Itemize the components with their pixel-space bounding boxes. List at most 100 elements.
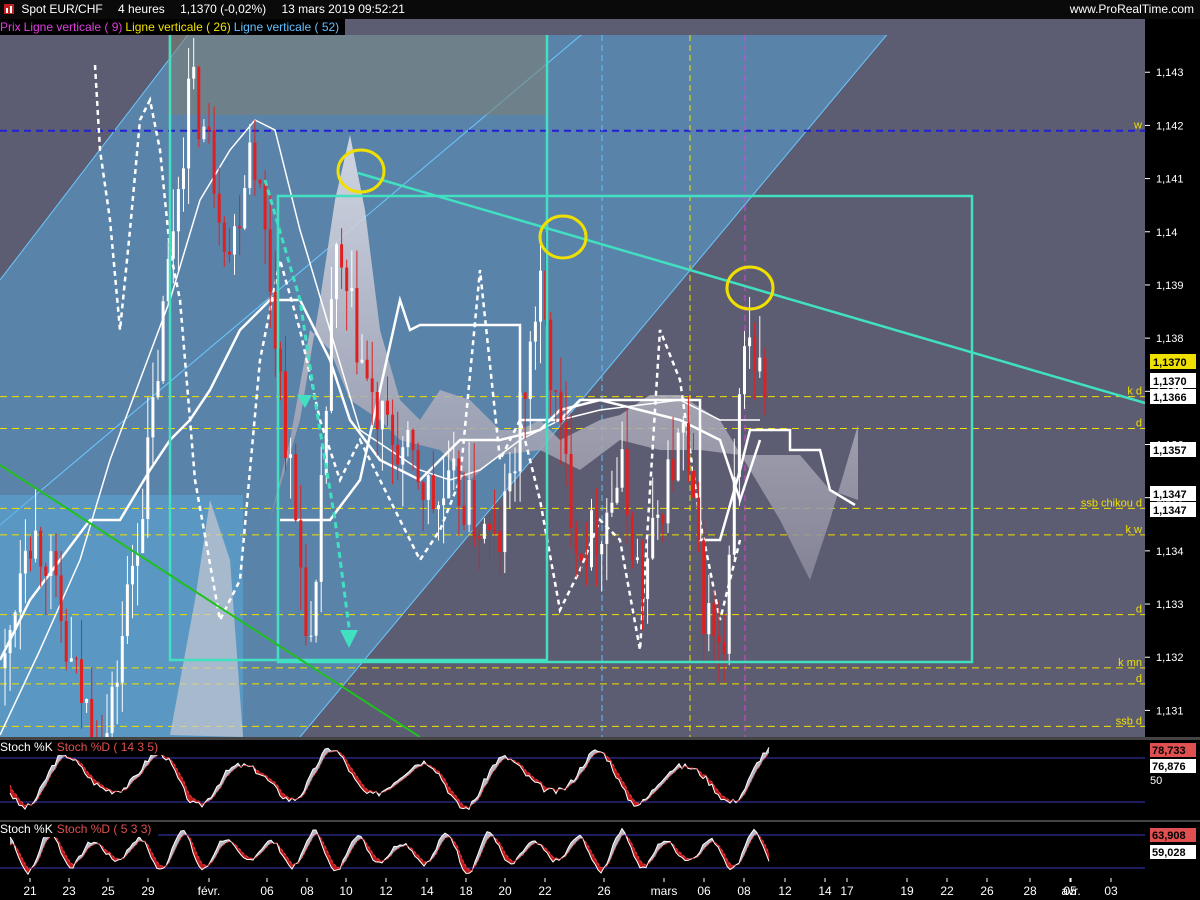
stoch2-d-label[interactable]: Stoch %D ( 5 3 3) xyxy=(57,822,152,836)
candle-body xyxy=(426,475,430,500)
candle-body xyxy=(416,450,420,483)
candle-body xyxy=(273,291,277,349)
candle-body xyxy=(508,473,512,492)
candle-body xyxy=(523,392,527,399)
candle-body xyxy=(498,531,502,553)
candle-body xyxy=(681,423,685,433)
level-label: d xyxy=(1136,604,1142,616)
candle-body xyxy=(697,497,701,541)
candle-body xyxy=(549,319,553,391)
x-tick-label: 12 xyxy=(778,884,792,898)
timeframe: 4 heures xyxy=(118,2,165,16)
candle-body xyxy=(579,553,583,561)
candle-body xyxy=(462,505,466,525)
candle-body xyxy=(472,479,476,537)
stoch-value-label: 76,876 xyxy=(1152,761,1186,773)
x-tick-label: 06 xyxy=(260,884,274,898)
stoch2-legend: Stoch %K Stoch %D ( 5 3 3) xyxy=(0,822,159,837)
candle-body xyxy=(238,226,242,229)
candle-body xyxy=(595,510,599,555)
candle-body xyxy=(125,584,129,637)
candle-body xyxy=(442,498,446,506)
candle-body xyxy=(202,126,206,140)
candle-body xyxy=(375,391,379,430)
candle-body xyxy=(350,288,354,292)
chart-canvas: 1,1431,1421,1411,141,1391,1381,1371,1361… xyxy=(0,19,1200,900)
candle-body xyxy=(584,560,588,568)
candle-body xyxy=(217,193,221,223)
stoch1-d-label[interactable]: Stoch %D ( 14 3 5) xyxy=(57,740,158,754)
candle-body xyxy=(467,479,471,525)
x-tick-label: mars xyxy=(651,884,678,898)
level-label: k d xyxy=(1127,386,1142,398)
x-tick-label: 20 xyxy=(498,884,512,898)
candle-body xyxy=(737,394,741,478)
candle-body xyxy=(758,357,762,372)
candle-body xyxy=(661,514,665,524)
candle-body xyxy=(34,530,38,559)
candle-body xyxy=(8,630,12,654)
x-tick-label: 29 xyxy=(141,884,155,898)
candle-body xyxy=(197,66,201,140)
candle-body xyxy=(222,222,226,252)
level-label: w xyxy=(1133,120,1142,132)
candle-body xyxy=(289,454,293,458)
legend-vline-52[interactable]: Ligne verticale ( 52) xyxy=(234,20,339,34)
candle-body xyxy=(120,636,124,683)
candle-body xyxy=(380,400,384,430)
candle-body xyxy=(615,487,619,503)
candle-body xyxy=(651,517,655,559)
upper-grey-zone xyxy=(168,35,546,115)
candle-body xyxy=(763,357,767,398)
stoch1-k-label[interactable]: Stoch %K xyxy=(0,740,53,754)
candle-body xyxy=(54,551,58,576)
x-tick-label: 12 xyxy=(379,884,393,898)
candle-body xyxy=(192,66,196,79)
candle-body xyxy=(268,229,272,292)
candle-body xyxy=(574,527,578,554)
x-tick-label: 21 xyxy=(23,884,37,898)
legend-vline-9[interactable]: Ligne verticale ( 9) xyxy=(24,20,123,34)
candle-body xyxy=(3,653,7,668)
x-tick-label: 22 xyxy=(538,884,552,898)
candle-body xyxy=(156,381,160,398)
level-label: ssb chikou d xyxy=(1081,497,1142,509)
candle-body xyxy=(641,557,644,600)
price-tag-label: 1,1347 xyxy=(1153,505,1187,517)
candle-body xyxy=(539,270,542,322)
candle-body xyxy=(447,470,451,499)
candle-body xyxy=(707,603,711,635)
candle-body xyxy=(559,391,563,423)
candle-body xyxy=(299,520,303,568)
candle-body xyxy=(207,126,211,131)
candle-body xyxy=(722,642,726,654)
candle-body xyxy=(335,244,338,300)
y-tick-label: 1,14 xyxy=(1156,227,1177,239)
candle-body xyxy=(74,658,78,660)
price-tag-label: 1,1370 xyxy=(1153,357,1187,369)
candle-body xyxy=(656,514,660,518)
legend-prix[interactable]: Prix xyxy=(0,20,21,34)
stoch2-k-label[interactable]: Stoch %K xyxy=(0,822,53,836)
candle-body xyxy=(329,299,333,411)
legend-vline-26[interactable]: Ligne verticale ( 26) xyxy=(125,20,230,34)
candle-body xyxy=(635,557,639,561)
candle-body xyxy=(233,226,236,255)
candle-body xyxy=(600,543,604,555)
stoch-value-label: 78,733 xyxy=(1152,745,1186,757)
candle-body xyxy=(590,510,593,568)
candle-body xyxy=(401,447,405,465)
price-tag-label: 1,1370 xyxy=(1153,376,1187,388)
candle-body xyxy=(115,682,119,687)
x-tick-label: févr. xyxy=(198,884,221,898)
candle-body xyxy=(503,491,507,553)
candle-body xyxy=(437,505,440,510)
price-tag-label: 1,1347 xyxy=(1153,489,1187,501)
candle-body xyxy=(513,471,517,474)
candle-body xyxy=(309,635,313,637)
candle-body xyxy=(110,686,114,734)
candle-body xyxy=(686,423,690,471)
candle-body xyxy=(743,346,746,395)
candle-body xyxy=(360,359,364,363)
candle-body xyxy=(625,449,629,516)
